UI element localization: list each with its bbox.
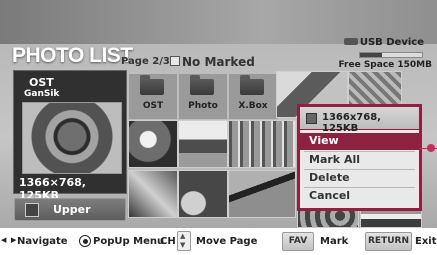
photo-icon: [306, 113, 317, 124]
usb-device-indicator: USB Device: [343, 37, 424, 48]
folder-label: OST: [142, 101, 164, 111]
marked-label: No Marked: [182, 55, 255, 69]
folder-item-xbox[interactable]: X.Box: [228, 73, 278, 120]
usb-icon: [343, 38, 358, 45]
photo-thumbnail[interactable]: [228, 170, 296, 218]
photo-thumbnail[interactable]: [128, 170, 178, 218]
popup-menu-label: PopUp Menu: [93, 236, 165, 247]
photo-list-screen: PHOTO LIST Page 2/3 No Marked USB Device…: [0, 0, 437, 228]
preview-title: OST: [29, 76, 54, 89]
photo-thumbnail[interactable]: [178, 120, 228, 168]
ok-button-icon: [79, 235, 91, 247]
menu-item-cancel[interactable]: Cancel: [300, 188, 419, 204]
menu-item-mark-all[interactable]: Mark All: [300, 152, 419, 168]
photo-thumbnail[interactable]: [360, 210, 422, 228]
folder-item-photo[interactable]: Photo: [178, 73, 228, 120]
channel-up-down-icon: [177, 231, 191, 251]
fav-key[interactable]: FAV: [282, 232, 314, 251]
menu-item-delete[interactable]: Delete: [300, 170, 419, 186]
folder-label: Photo: [188, 101, 218, 111]
exit-label: Exit: [415, 236, 437, 247]
menu-item-view[interactable]: View: [297, 133, 422, 150]
photo-thumbnail[interactable]: [128, 120, 178, 168]
return-key[interactable]: RETURN: [365, 232, 412, 251]
marked-status: No Marked: [170, 55, 255, 69]
mark-label: Mark: [320, 236, 349, 247]
folder-icon: [190, 75, 214, 95]
folder-item-ost[interactable]: OST: [128, 73, 178, 120]
popup-file-info: 1366x768, 125KB: [322, 112, 381, 134]
navigate-arrows-icon: [1, 236, 16, 247]
upper-label: Upper: [53, 203, 91, 216]
photo-thumbnail[interactable]: [178, 170, 228, 218]
folder-up-icon: [25, 203, 39, 217]
move-page-label: Move Page: [196, 236, 258, 247]
photo-thumbnail[interactable]: [297, 210, 359, 228]
storage-usage-fill: [360, 53, 382, 57]
ch-label: CH: [160, 236, 176, 247]
popup-header: 1366x768, 125KB: [300, 107, 419, 134]
page-indicator: Page 2/3: [121, 56, 170, 67]
popup-menu: 1366x768, 125KB View Mark All Delete Can…: [297, 104, 422, 211]
popup-pointer-dot: [427, 144, 435, 152]
usb-device-label: USB Device: [359, 37, 424, 48]
folder-icon: [140, 75, 164, 95]
footer-help-bar: Navigate PopUp Menu CH Move Page FAV Mar…: [0, 228, 437, 255]
checkbox-icon: [170, 56, 180, 66]
preview-subtitle: GanSik: [24, 89, 60, 99]
folder-icon: [240, 75, 264, 95]
free-space-label: Free Space 150MB: [338, 60, 432, 70]
photo-thumbnail[interactable]: [228, 120, 296, 168]
page-title: PHOTO LIST: [12, 44, 133, 67]
preview-panel: OST GanSik 1366×768, 125KB: [13, 70, 127, 202]
preview-image: [22, 102, 122, 174]
upper-folder-button[interactable]: Upper: [14, 198, 126, 221]
folder-label: X.Box: [238, 101, 268, 111]
storage-usage-bar: [359, 52, 423, 58]
navigate-label: Navigate: [17, 236, 68, 247]
